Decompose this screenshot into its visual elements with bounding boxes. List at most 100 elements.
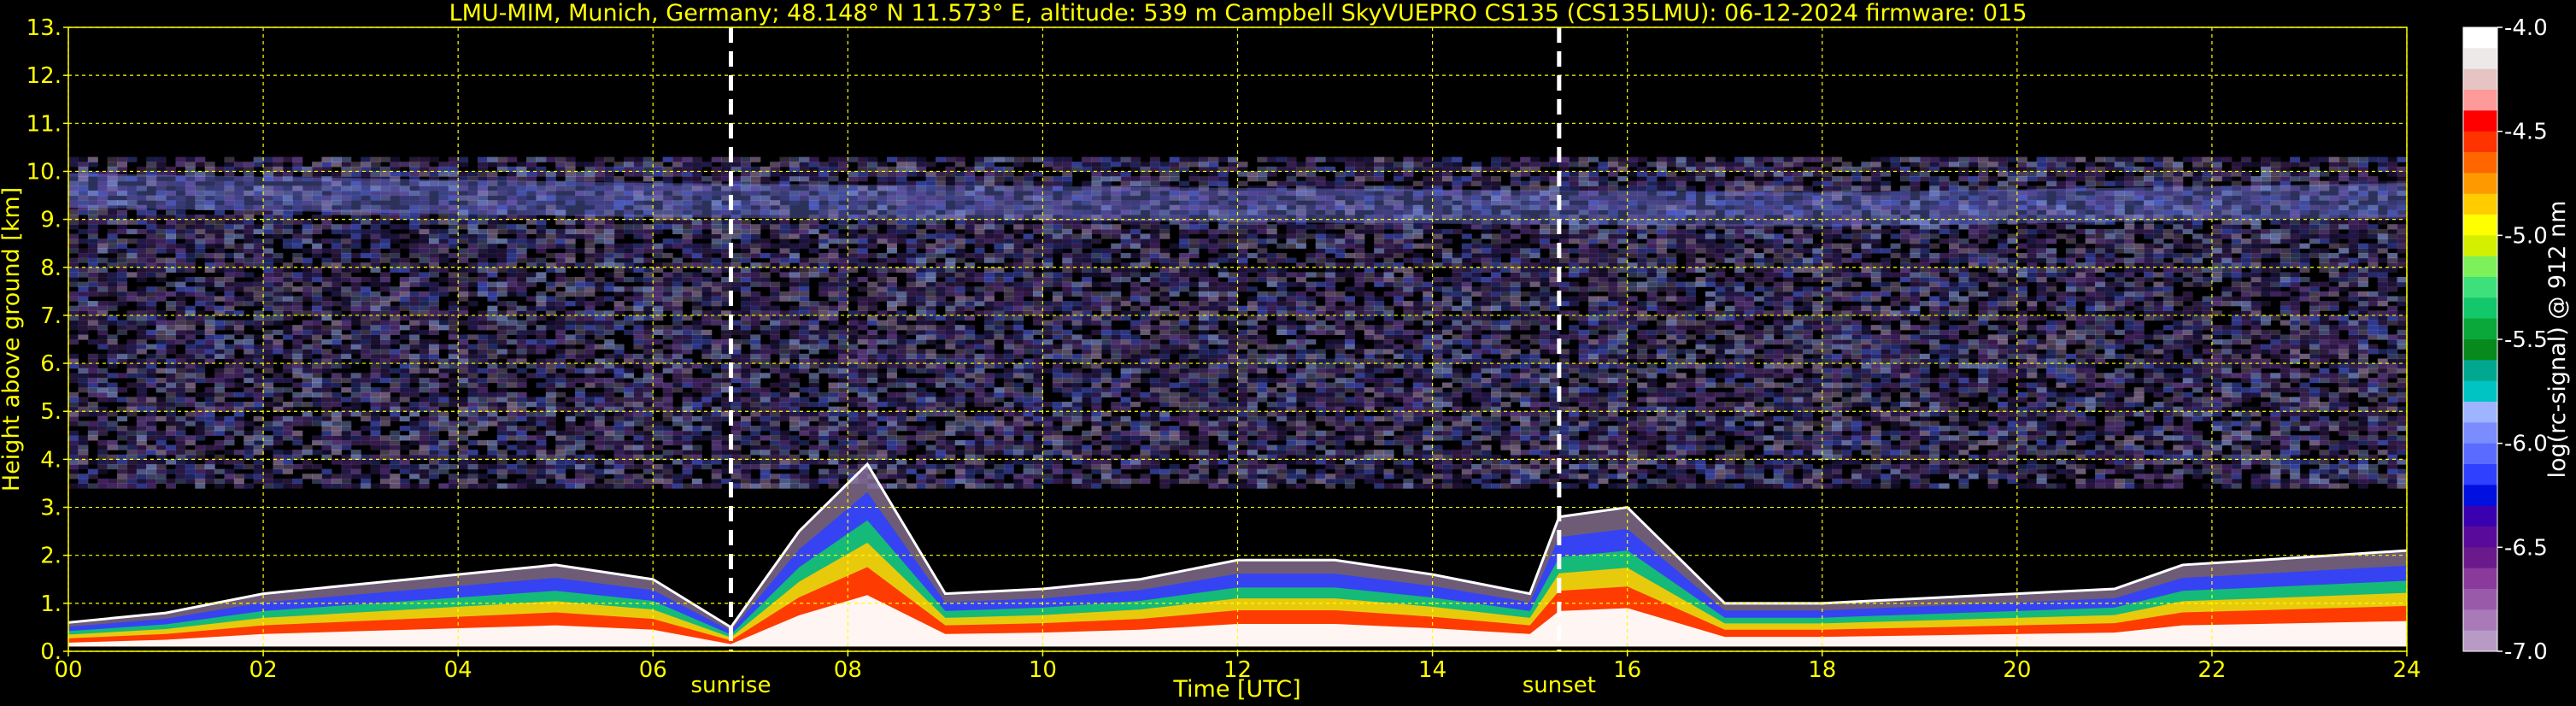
noise-cell [740, 286, 751, 292]
noise-cell [828, 421, 839, 427]
noise-cell [477, 464, 488, 470]
noise-cell [370, 248, 381, 254]
noise-cell [214, 252, 226, 259]
noise-cell [146, 468, 157, 474]
noise-cell [448, 387, 459, 393]
noise-cell [467, 252, 478, 259]
noise-cell [321, 435, 332, 441]
noise-cell [399, 243, 410, 249]
noise-cell [633, 391, 644, 397]
noise-cell [175, 353, 186, 360]
noise-cell [701, 339, 713, 345]
noise-cell [799, 267, 810, 273]
noise-cell [507, 277, 518, 283]
noise-cell [760, 305, 771, 311]
noise-cell [877, 411, 888, 417]
noise-cell [643, 435, 654, 441]
noise-cell [740, 329, 751, 335]
noise-cell [214, 387, 226, 393]
noise-cell [633, 334, 644, 340]
noise-cell [409, 248, 420, 254]
noise-cell [224, 334, 235, 340]
noise-cell [487, 291, 498, 297]
noise-cell [185, 402, 196, 408]
noise-cell [146, 426, 157, 432]
noise-cell [954, 171, 965, 177]
noise-cell [565, 377, 576, 384]
noise-cell [312, 439, 323, 446]
noise-cell [68, 459, 79, 465]
noise-cell [350, 439, 361, 446]
noise-cell [350, 373, 361, 379]
noise-cell [886, 301, 897, 307]
noise-cell [507, 291, 518, 297]
noise-cell [419, 368, 430, 374]
noise-cell [516, 238, 527, 244]
noise-cell [273, 162, 284, 168]
noise-cell [263, 391, 274, 397]
noise-cell [819, 468, 830, 474]
noise-cell [565, 430, 576, 436]
noise-cell [750, 391, 761, 397]
noise-cell [770, 325, 781, 331]
noise-cell [789, 353, 800, 360]
noise-cell [672, 459, 684, 465]
noise-cell [331, 334, 342, 340]
noise-cell [331, 435, 342, 441]
noise-cell [691, 415, 702, 422]
noise-cell [341, 397, 352, 403]
noise-cell [341, 325, 352, 331]
noise-cell [770, 286, 781, 292]
noise-cell [770, 426, 781, 432]
noise-cell [857, 377, 868, 384]
noise-cell [945, 450, 956, 456]
noise-cell [643, 325, 654, 331]
noise-cell [312, 329, 323, 335]
noise-cell [740, 267, 751, 273]
noise-cell [273, 224, 284, 230]
noise-cell [302, 450, 313, 456]
noise-cell [545, 296, 556, 302]
noise-cell [779, 459, 790, 465]
noise-cell [244, 439, 255, 446]
noise-cell [545, 320, 556, 326]
noise-cell [126, 426, 138, 432]
noise-cell [575, 329, 586, 335]
noise-cell [662, 468, 673, 474]
noise-cell [263, 171, 274, 177]
noise-cell [672, 411, 684, 417]
noise-cell [536, 363, 547, 369]
noise-cell [799, 468, 810, 474]
noise-cell [146, 344, 157, 350]
noise-cell [321, 397, 332, 403]
noise-cell [185, 329, 196, 335]
noise-cell [701, 301, 713, 307]
noise-cell [448, 325, 459, 331]
noise-cell [399, 325, 410, 331]
noise-cell [244, 483, 255, 489]
noise-cell [126, 478, 138, 485]
noise-cell [750, 233, 761, 239]
noise-cell [565, 286, 576, 292]
noise-cell [877, 238, 888, 244]
noise-cell [370, 402, 381, 408]
noise-cell [536, 305, 547, 311]
noise-cell [906, 464, 917, 470]
noise-cell [935, 243, 946, 249]
noise-cell [789, 411, 800, 417]
noise-cell [896, 459, 907, 465]
noise-cell [916, 478, 927, 485]
noise-cell [886, 315, 897, 321]
chart-title: LMU-MIM, Munich, Germany; 48.148° N 11.5… [449, 0, 2027, 26]
noise-cell [428, 329, 439, 335]
noise-cell [525, 238, 537, 244]
noise-cell [282, 325, 293, 331]
noise-cell [545, 368, 556, 374]
noise-cell [487, 368, 498, 374]
noise-cell [819, 391, 830, 397]
noise-cell [214, 243, 226, 249]
noise-cell [409, 339, 420, 345]
noise-cell [253, 474, 264, 479]
noise-cell [653, 315, 664, 321]
noise-cell [945, 267, 956, 273]
